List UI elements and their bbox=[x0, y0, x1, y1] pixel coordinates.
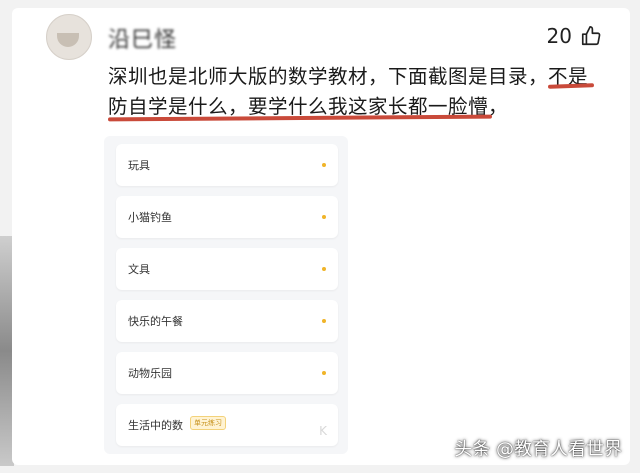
comment-text-part: 深圳也是北师大版的数学教材，下面截图是目录， bbox=[108, 65, 549, 88]
comment-text: 深圳也是北师大版的数学教材，下面截图是目录，不是 防自学是什么，要学什么我这家长… bbox=[108, 62, 608, 122]
dot-icon bbox=[322, 215, 326, 219]
watermark-logo: K bbox=[319, 424, 328, 438]
toc-item-label: 玩具 bbox=[128, 159, 150, 172]
like-count: 20 bbox=[546, 24, 572, 48]
toc-item[interactable]: 玩具 bbox=[116, 144, 338, 186]
dot-icon bbox=[322, 319, 326, 323]
toc-item[interactable]: 快乐的午餐 bbox=[116, 300, 338, 342]
table-of-contents-screenshot: 玩具 小猫钓鱼 文具 快乐的午餐 动物乐园 生活中的数 单元练习 K bbox=[104, 136, 348, 454]
toc-item[interactable]: 文具 bbox=[116, 248, 338, 290]
unit-practice-badge: 单元练习 bbox=[190, 416, 226, 430]
toc-item[interactable]: 动物乐园 bbox=[116, 352, 338, 394]
source-watermark: 头条 @教育人看世界 bbox=[454, 439, 622, 460]
dot-icon bbox=[322, 163, 326, 167]
username[interactable]: 沿巳怪 bbox=[108, 22, 177, 54]
dot-icon bbox=[322, 371, 326, 375]
user-avatar[interactable] bbox=[46, 14, 92, 60]
dot-icon bbox=[322, 267, 326, 271]
toc-item-label: 快乐的午餐 bbox=[128, 315, 183, 328]
like-area[interactable]: 20 bbox=[547, 24, 602, 48]
toc-item-label: 生活中的数 bbox=[128, 419, 183, 432]
toc-item[interactable]: 小猫钓鱼 bbox=[116, 196, 338, 238]
comment-line-1: 深圳也是北师大版的数学教材，下面截图是目录，不是 bbox=[108, 62, 608, 92]
toc-item-label: 小猫钓鱼 bbox=[128, 211, 172, 224]
toc-item-label: 动物乐园 bbox=[128, 367, 172, 380]
toc-item[interactable]: 生活中的数 单元练习 K bbox=[116, 404, 338, 446]
thumbs-up-icon[interactable] bbox=[580, 25, 602, 47]
toc-item-label: 文具 bbox=[128, 263, 150, 276]
